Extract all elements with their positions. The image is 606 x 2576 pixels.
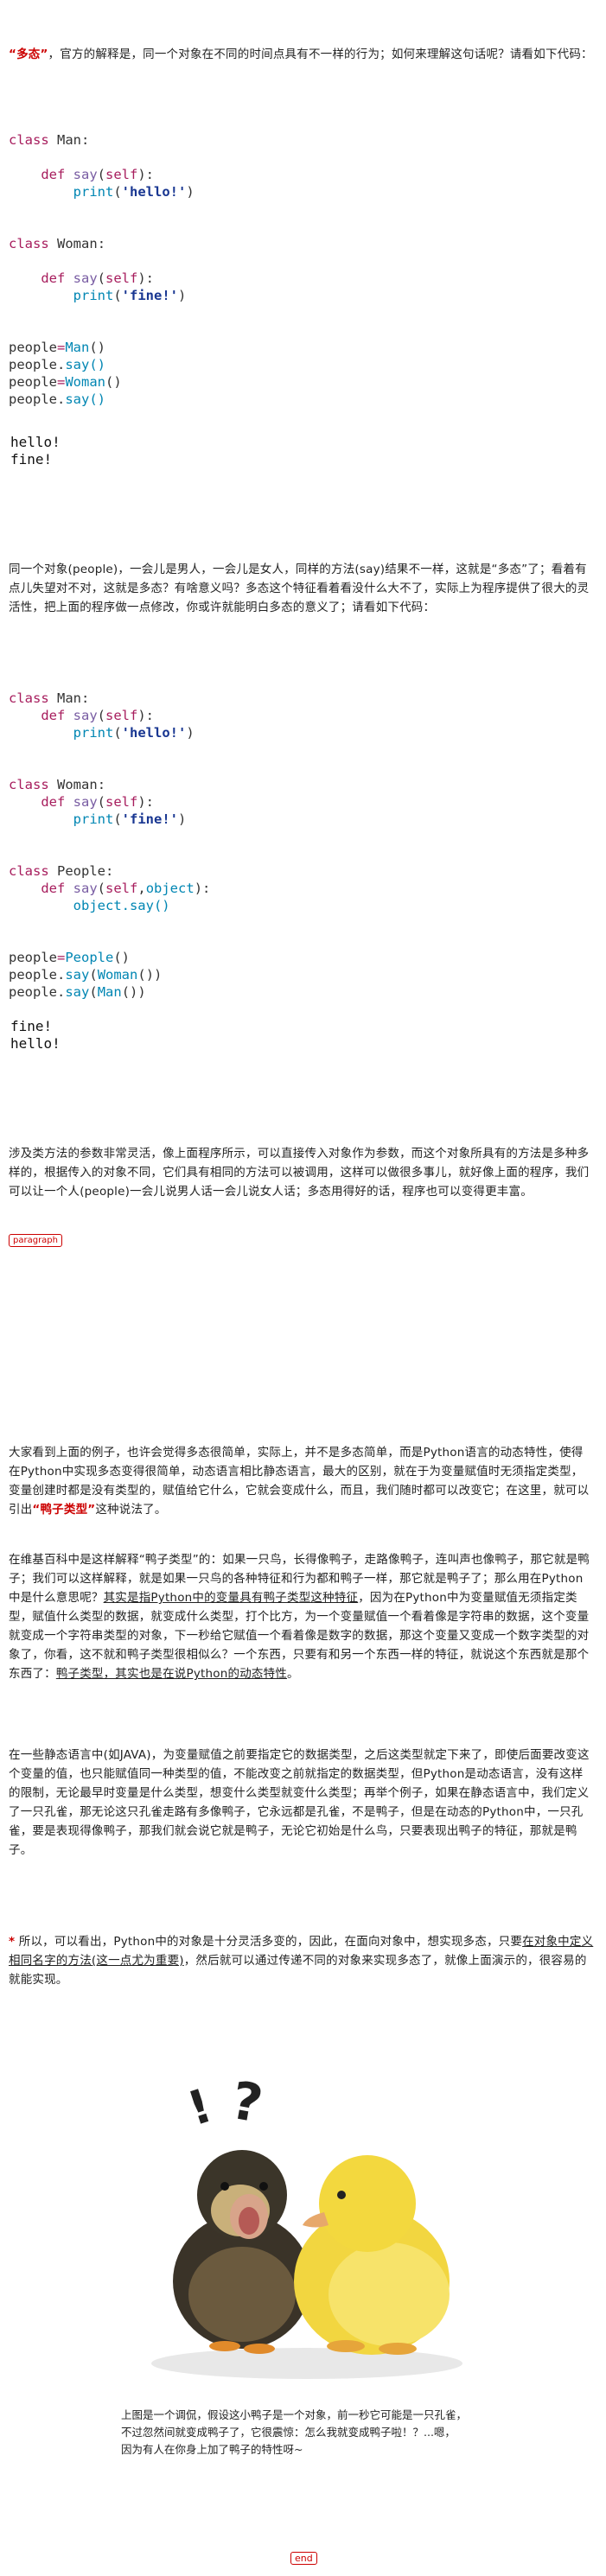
- end-tag: end: [290, 2552, 317, 2565]
- underlined-highlight: 鸭子类型，其实也是在说Python的动态特性: [55, 1667, 288, 1681]
- paragraph-7: * 所以，可以看出，Python中的对象是十分灵活多变的，因此，在面向对象中，想…: [9, 1932, 595, 1989]
- intro-text: ，官方的解释是，同一个对象在不同的时间点具有不一样的行为；如何来理解这句话呢？请…: [48, 48, 593, 61]
- duck-typing-term: “鸭子类型”: [32, 1503, 96, 1517]
- code-class-name: Woman: [57, 236, 98, 251]
- code-fn: say: [73, 270, 98, 286]
- code-fn: say: [73, 881, 98, 896]
- caption-line: 因为有人在你身上加了鸭子的特性呀~: [121, 2443, 303, 2456]
- code-class-ref: Man: [65, 340, 90, 355]
- code-class-ref: People: [65, 950, 114, 965]
- question-marks: ! ?: [182, 2070, 267, 2137]
- code-var: people: [9, 984, 57, 1000]
- code-call: say(): [65, 391, 106, 407]
- code-call: say: [65, 967, 90, 983]
- code-class-name: Man: [57, 690, 82, 706]
- code-class-name: People: [57, 863, 106, 879]
- code-var: people: [9, 950, 57, 965]
- code-print: print: [73, 811, 114, 827]
- code-print: print: [73, 288, 114, 303]
- polymorphism-term: “多态”: [9, 48, 48, 61]
- code-kw: def: [41, 794, 66, 810]
- code-self: self: [105, 708, 138, 723]
- svg-text:?: ?: [226, 2070, 266, 2135]
- code-kw: class: [9, 863, 49, 879]
- code-self: self: [105, 881, 138, 896]
- code-class-ref: Woman: [65, 374, 106, 390]
- output-line: hello!: [10, 1035, 61, 1052]
- code-kw: class: [9, 236, 49, 251]
- svg-text:!: !: [182, 2078, 219, 2137]
- code-kw: def: [41, 270, 66, 286]
- code-call: object.say(): [73, 898, 170, 913]
- output-block-2: fine! hello!: [10, 1018, 61, 1053]
- ducklings-image: ! ?: [147, 2065, 467, 2385]
- code-str: 'hello!': [121, 725, 187, 741]
- code-class-ref: Man: [97, 984, 122, 1000]
- code-var: people: [9, 967, 57, 983]
- caption-line: 上图是一个调侃，假设这小鸭子是一个对象，前一秒它可能是一只孔雀，: [121, 2408, 468, 2421]
- code-var: people: [9, 374, 57, 390]
- code-print: print: [73, 184, 114, 200]
- code-var: people: [9, 340, 57, 355]
- code-print: print: [73, 725, 114, 741]
- paragraph-3: 涉及类方法的参数非常灵活，像上面程序所示，可以直接传入对象作为参数，而这个对象所…: [9, 1147, 590, 1199]
- paragraph-6: 在一些静态语言中(如JAVA)，为变量赋值之前要指定它的数据类型，之后这类型就定…: [9, 1748, 590, 1857]
- paragraph-5: 在维基百科中是这样解释“鸭子类型”的：如果一只鸟，长得像鸭子，走路像鸭子，连叫声…: [9, 1550, 595, 1683]
- intro-paragraph: “多态”，官方的解释是，同一个对象在不同的时间点具有不一样的行为；如何来理解这句…: [9, 45, 595, 64]
- code-class-name: Man: [57, 132, 82, 148]
- code-self: self: [105, 794, 138, 810]
- code-kw: def: [41, 167, 66, 182]
- paragraph-7-text: 所以，可以看出，Python中的对象是十分灵活多变的，因此，在面向对象中，想实现…: [18, 1935, 523, 1949]
- code-fn: say: [73, 708, 98, 723]
- code-kw: class: [9, 132, 49, 148]
- paragraph-5-text-c: 。: [287, 1667, 299, 1681]
- code-self: self: [105, 167, 138, 182]
- paragraph-4-tail: 这种说法了。: [95, 1503, 167, 1517]
- star-marker: *: [9, 1935, 16, 1949]
- dark-duckling: [173, 2150, 311, 2354]
- code-call: say(): [65, 357, 106, 372]
- code-kw: class: [9, 777, 49, 792]
- code-str: 'fine!': [121, 811, 178, 827]
- yellow-duckling: [294, 2155, 450, 2355]
- output-line: fine!: [10, 1018, 53, 1034]
- caption-line: 不过忽然间就变成鸭子了，它很震惊：怎么我就变成鸭子啦！？...嗯，: [121, 2426, 456, 2439]
- code-block-2: class Man: def say(self): print('hello!'…: [9, 690, 211, 1000]
- code-param: object: [145, 881, 195, 896]
- underlined-highlight: 其实是指Python中的变量具有鸭子类型这种特征: [103, 1591, 359, 1605]
- code-class-name: Woman: [57, 777, 98, 792]
- code-var: people: [9, 391, 57, 407]
- code-class-ref: Woman: [97, 967, 138, 983]
- code-kw: def: [41, 881, 66, 896]
- code-kw: class: [9, 690, 49, 706]
- code-call: say: [65, 984, 90, 1000]
- paragraph-tag: paragraph: [9, 1234, 62, 1247]
- paragraph-2: 同一个对象(people)，一会儿是男人，一会儿是女人，同样的方法(say)结果…: [9, 563, 590, 614]
- code-str: 'fine!': [121, 288, 178, 303]
- paragraph-4: 大家看到上面的例子，也许会觉得多态很简单，实际上，并不是多态简单，而是Pytho…: [9, 1443, 595, 1519]
- output-line: fine!: [10, 451, 53, 467]
- code-block-1: class Man: def say(self): print('hello!'…: [9, 132, 195, 407]
- code-fn: say: [73, 167, 98, 182]
- code-var: people: [9, 357, 57, 372]
- code-str: 'hello!': [121, 184, 187, 200]
- output-block-1: hello! fine!: [10, 434, 61, 468]
- image-caption: 上图是一个调侃，假设这小鸭子是一个对象，前一秒它可能是一只孔雀， 不过忽然间就变…: [121, 2407, 527, 2458]
- code-self: self: [105, 270, 138, 286]
- article-page: “多态”，官方的解释是，同一个对象在不同的时间点具有不一样的行为；如何来理解这句…: [0, 0, 606, 2576]
- code-kw: def: [41, 708, 66, 723]
- code-fn: say: [73, 794, 98, 810]
- output-line: hello!: [10, 434, 61, 450]
